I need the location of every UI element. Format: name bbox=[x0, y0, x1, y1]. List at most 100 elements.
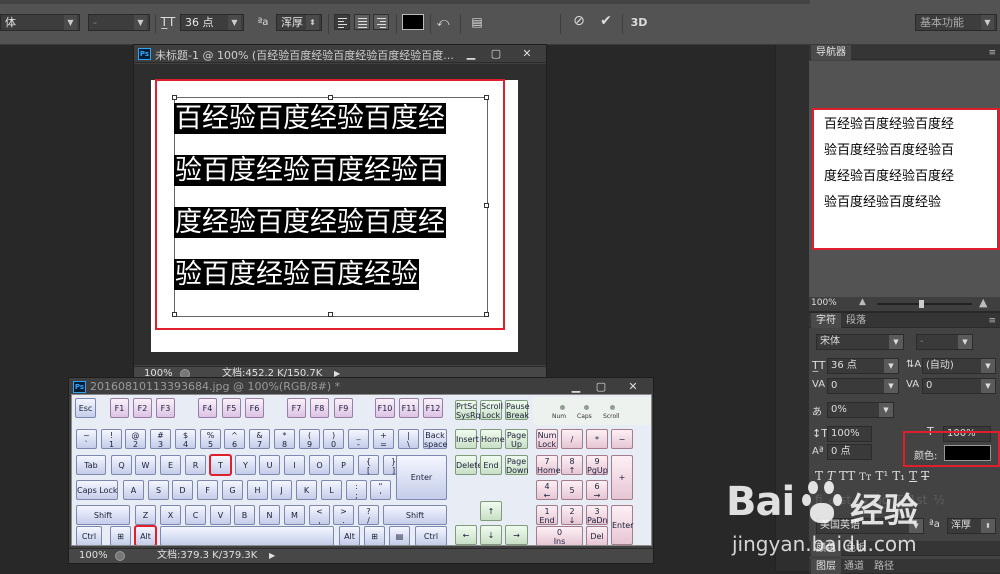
key-k: K bbox=[296, 480, 317, 500]
cancel-icon[interactable]: ⊘ bbox=[570, 13, 588, 30]
key-page-up: Page Up bbox=[505, 429, 528, 449]
navigator-preview[interactable]: 百经验百度经验百度经 验百度经验百度经验百 度经验百度经验百度经 验百度经验百度… bbox=[809, 61, 1000, 297]
align-right-button[interactable] bbox=[373, 14, 389, 30]
char-leading[interactable]: (自动) ▼ bbox=[922, 358, 996, 374]
zoom-slider-track[interactable] bbox=[877, 303, 972, 305]
play-icon[interactable]: ▶ bbox=[269, 549, 275, 563]
3d-button[interactable]: 3D bbox=[630, 14, 648, 31]
divider bbox=[622, 14, 623, 34]
char-kerning[interactable]: 0 ▼ bbox=[827, 378, 899, 394]
char-font-size[interactable]: 36 点 ▼ bbox=[827, 358, 899, 374]
key-z: Z bbox=[135, 505, 156, 525]
chevron-updown-icon: ⬍ bbox=[306, 15, 319, 30]
caps-lock-led bbox=[584, 405, 589, 410]
font-family-dropdown[interactable]: 体 ▼ bbox=[0, 14, 80, 31]
tab-layers[interactable]: 图层 bbox=[811, 559, 841, 574]
workspace-value: 基本功能 bbox=[920, 16, 964, 29]
watermark-url: jingyan.baidu.com bbox=[732, 532, 917, 556]
chevron-down-icon: ▼ bbox=[981, 379, 995, 393]
tab-channels[interactable]: 通道 bbox=[839, 559, 869, 574]
scroll-led-label: Scroll bbox=[603, 413, 620, 420]
char-baseline-shift[interactable]: 0 点 bbox=[827, 444, 872, 460]
key--2: @ 2 bbox=[125, 429, 146, 449]
key-x: X bbox=[160, 505, 181, 525]
key-o: O bbox=[309, 455, 330, 475]
antialias-dropdown[interactable]: 浑厚 ⬍ bbox=[276, 14, 322, 31]
char-vertical-scale[interactable]: 100% bbox=[827, 426, 872, 442]
status-info-icon[interactable] bbox=[115, 551, 125, 561]
char-tsume[interactable]: 0% ▼ bbox=[827, 402, 894, 418]
commit-icon[interactable]: ✔ bbox=[597, 13, 615, 30]
key-5: 5 bbox=[561, 480, 583, 500]
key--3: # 3 bbox=[150, 429, 171, 449]
divider bbox=[328, 14, 329, 34]
document-titlebar[interactable]: Ps 未标题-1 @ 100% (百经验百度经验百度经验百度经验百度... ▁ … bbox=[134, 45, 546, 63]
align-center-button[interactable] bbox=[354, 14, 370, 30]
key-y: Y bbox=[235, 455, 256, 475]
minimize-icon[interactable]: ▁ bbox=[564, 379, 588, 394]
document-title: 20160810113393684.jpg @ 100%(RGB/8#) * bbox=[90, 380, 341, 393]
key-u: U bbox=[259, 455, 280, 475]
key-4-: 4 ← bbox=[536, 480, 558, 500]
key-enter: Enter bbox=[396, 455, 447, 500]
text-color-swatch[interactable] bbox=[402, 14, 424, 30]
baseline-shift-icon: Aª bbox=[812, 446, 824, 457]
zoom-out-icon[interactable]: ▲ bbox=[859, 297, 866, 307]
tab-navigator[interactable]: 导航器 bbox=[811, 45, 851, 60]
align-left-button[interactable] bbox=[334, 14, 350, 30]
key-esc: Esc bbox=[75, 398, 96, 418]
zoom-level[interactable]: 100% bbox=[79, 549, 108, 563]
baidu-jingyan-watermark: Bai 经验 jingyan.baidu.com bbox=[726, 477, 996, 561]
key-symbol: ↓ bbox=[480, 525, 502, 545]
chevron-down-icon: ▼ bbox=[981, 15, 994, 30]
layers-tabbar: 图层 通道 路径 bbox=[809, 559, 1000, 574]
chevron-down-icon: ▼ bbox=[884, 359, 898, 373]
key--1: ! 1 bbox=[101, 429, 122, 449]
num-lock-led bbox=[560, 405, 565, 410]
tab-character[interactable]: 字符 bbox=[811, 313, 841, 328]
maximize-icon[interactable]: ▢ bbox=[484, 46, 508, 61]
navigator-panel: 导航器 ≡ 百经验百度经验百度经 验百度经验百度经验百 度经验百度经验百度经 验… bbox=[809, 45, 1000, 311]
key--: : ; bbox=[346, 480, 367, 500]
leading-icon: ⇅A bbox=[906, 359, 922, 370]
key--: " ' bbox=[370, 480, 391, 500]
minimize-icon[interactable]: ▁ bbox=[459, 46, 483, 61]
font-size-dropdown[interactable]: 36 点 ▼ bbox=[180, 14, 244, 31]
close-icon[interactable]: ✕ bbox=[511, 46, 543, 61]
key---: _ - bbox=[348, 429, 369, 449]
navigator-zoom-value[interactable]: 100% bbox=[811, 298, 837, 308]
char-font-family[interactable]: 宋体 ▼ bbox=[816, 334, 904, 350]
workspace-dropdown[interactable]: 基本功能 ▼ bbox=[915, 14, 997, 31]
canvas[interactable]: 百经验百度经验百度经 验百度经验百度经验百 度经验百度经验百度经 验百度经验百度… bbox=[151, 79, 518, 352]
key-f7: F7 bbox=[287, 398, 306, 418]
chevron-down-icon: ▼ bbox=[981, 359, 995, 373]
maximize-icon[interactable]: ▢ bbox=[589, 379, 613, 394]
char-tracking[interactable]: 0 ▼ bbox=[922, 378, 996, 394]
key-del: Del bbox=[586, 526, 608, 545]
key-space bbox=[160, 526, 334, 545]
zoom-slider-thumb[interactable] bbox=[919, 300, 924, 308]
font-size-value: 36 点 bbox=[185, 16, 214, 29]
close-icon[interactable]: ✕ bbox=[617, 379, 649, 394]
key-f9: F9 bbox=[334, 398, 353, 418]
panel-menu-icon[interactable]: ≡ bbox=[988, 316, 996, 326]
char-tracking-value: 0 bbox=[926, 380, 933, 391]
key--: > . bbox=[333, 505, 354, 525]
warp-text-icon[interactable]: ⤺ bbox=[435, 14, 451, 31]
key-end: End bbox=[480, 455, 502, 475]
zoom-in-icon[interactable]: ▲ bbox=[979, 296, 987, 309]
tracking-icon: VA bbox=[906, 379, 920, 390]
char-font-style[interactable]: - ▼ bbox=[916, 334, 973, 350]
char-kerning-value: 0 bbox=[831, 380, 838, 391]
tab-paragraph[interactable]: 段落 bbox=[841, 313, 871, 328]
kerning-icon: VA bbox=[812, 379, 826, 390]
key-f5: F5 bbox=[222, 398, 241, 418]
document-window-untitled[interactable]: Ps 未标题-1 @ 100% (百经验百度经验百度经验百度经验百度... ▁ … bbox=[133, 44, 547, 381]
tab-paths[interactable]: 路径 bbox=[869, 559, 899, 574]
panel-menu-icon[interactable]: ≡ bbox=[988, 48, 996, 58]
menu-strip bbox=[0, 0, 810, 4]
character-panel-icon[interactable]: ▤ bbox=[469, 14, 485, 31]
key-alt: Alt bbox=[134, 525, 157, 545]
key--: + = bbox=[373, 429, 394, 449]
font-style-dropdown[interactable]: - ▼ bbox=[88, 14, 150, 31]
